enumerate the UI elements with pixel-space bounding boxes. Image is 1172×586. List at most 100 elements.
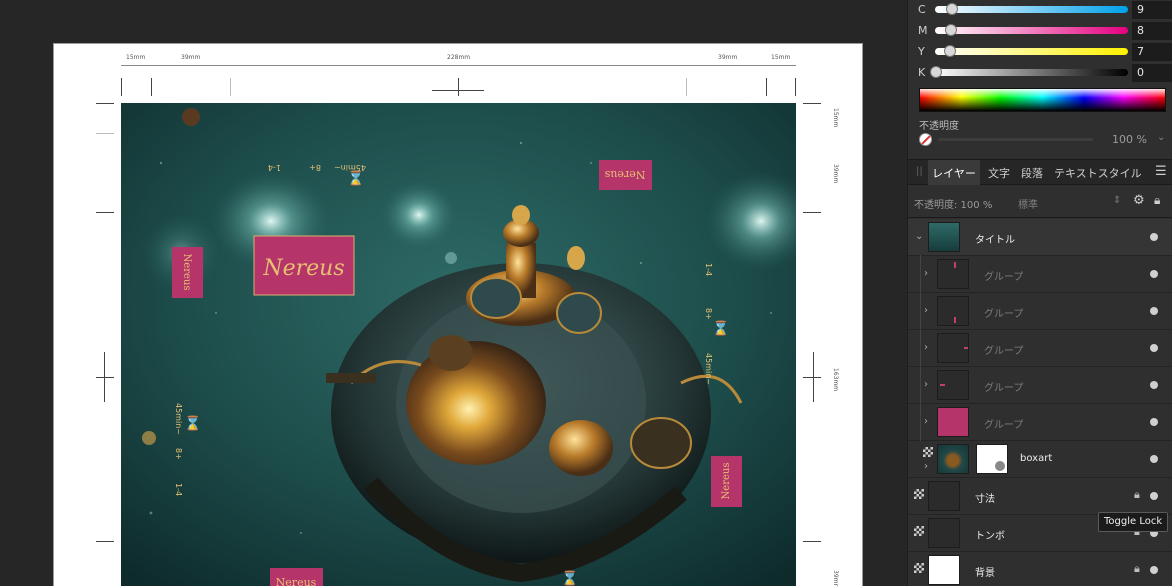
app-window: 15mm 39mm 228mm 39mm 15mm 15mm 39mm 163m…: [0, 0, 1172, 586]
tab-character[interactable]: 文字: [988, 160, 1010, 185]
chevron-right-icon[interactable]: ›: [924, 268, 928, 279]
cyan-value-field[interactable]: 9: [1132, 1, 1172, 19]
visibility-dot-icon[interactable]: [1150, 455, 1158, 463]
color-spectrum[interactable]: [919, 88, 1166, 112]
layer-name: グループ: [984, 346, 1024, 357]
layer-name: トンボ: [975, 531, 1005, 542]
tab-paragraph[interactable]: 段落: [1021, 160, 1043, 185]
hourglass-icon: ⌛: [561, 570, 578, 586]
slider-cyan[interactable]: C 9: [908, 0, 1172, 21]
opacity-value[interactable]: 100 %: [1112, 133, 1147, 146]
chevron-right-icon[interactable]: ›: [924, 416, 928, 427]
updown-chevron-icon[interactable]: ⇕: [1113, 195, 1121, 206]
layer-row-title[interactable]: ⌄ タイトル: [908, 219, 1172, 256]
slider-black[interactable]: K 0: [908, 63, 1172, 84]
chevron-right-icon[interactable]: ›: [924, 461, 928, 472]
slider-magenta[interactable]: M 8: [908, 21, 1172, 42]
chevron-right-icon[interactable]: ›: [924, 379, 928, 390]
layer-row-group[interactable]: › グループ: [908, 329, 1172, 367]
visibility-dot-icon[interactable]: [1150, 307, 1158, 315]
yellow-track[interactable]: [935, 48, 1128, 55]
crop-mark: [803, 212, 821, 213]
hamburger-menu-icon[interactable]: ☰: [1155, 164, 1167, 179]
chevron-right-icon[interactable]: ›: [924, 305, 928, 316]
crop-mark: [96, 133, 114, 134]
magenta-value-field[interactable]: 8: [1132, 22, 1172, 40]
cyan-track[interactable]: [935, 6, 1128, 13]
yellow-value-field[interactable]: 7: [1132, 43, 1172, 61]
crop-mark: [803, 103, 821, 104]
dimension-height: 163mm: [832, 368, 839, 392]
chevron-down-icon[interactable]: ⌄: [1157, 132, 1165, 143]
layer-row-group[interactable]: › グループ: [908, 403, 1172, 441]
layer-thumbnail: [928, 481, 960, 511]
checkerboard-icon: [923, 447, 933, 457]
logo-left-flap: Nereus: [172, 247, 203, 298]
layer-name: 寸法: [975, 494, 995, 505]
lock-icon[interactable]: 🔒︎: [1134, 488, 1140, 502]
dimension-right-flap: 39mm: [718, 54, 738, 61]
layer-row-group[interactable]: › グループ: [908, 292, 1172, 330]
logo-text-flipped: Nereus: [604, 168, 645, 181]
layer-name: タイトル: [975, 235, 1015, 246]
layer-name: グループ: [984, 309, 1024, 320]
lock-icon[interactable]: 🔒︎: [1134, 562, 1140, 576]
visibility-dot-icon[interactable]: [1150, 270, 1158, 278]
layer-thumbnail: [937, 259, 969, 289]
crop-mark: [121, 78, 122, 96]
visibility-dot-icon[interactable]: [1150, 492, 1158, 500]
dimension-bottom-flap: 39mm: [832, 570, 839, 586]
dimension-line-top: [121, 65, 796, 66]
chevron-down-icon[interactable]: ⌄: [915, 231, 923, 242]
info-age-left: 8+: [174, 448, 183, 460]
no-fill-icon[interactable]: [919, 133, 932, 146]
chevron-right-icon[interactable]: ›: [924, 342, 928, 353]
crop-mark: [96, 212, 114, 213]
crop-mark: [803, 541, 821, 542]
visibility-dot-icon[interactable]: [1150, 566, 1158, 574]
yellow-knob[interactable]: [944, 45, 956, 57]
tree-guide: [920, 292, 921, 330]
boxart-artwork[interactable]: Nereus Nereus Nereus Nereus Nereus 1-4 8…: [121, 103, 796, 586]
document-canvas[interactable]: 15mm 39mm 228mm 39mm 15mm 15mm 39mm 163m…: [0, 0, 907, 586]
layer-row-dimensions[interactable]: 寸法 🔒︎: [908, 478, 1172, 515]
slider-label: K: [918, 66, 926, 79]
crop-mark: [96, 377, 114, 378]
black-value-field[interactable]: 0: [1132, 64, 1172, 82]
visibility-dot-icon[interactable]: [1150, 418, 1158, 426]
tab-layers[interactable]: レイヤー: [928, 160, 980, 185]
layer-thumbnail: [937, 444, 969, 474]
layer-opacity[interactable]: 不透明度: 100 %: [914, 196, 992, 211]
black-knob[interactable]: [930, 66, 942, 78]
checkerboard-icon: [914, 526, 924, 536]
slider-yellow[interactable]: Y 7: [908, 42, 1172, 63]
dimension-width: 228mm: [447, 54, 471, 61]
cyan-knob[interactable]: [946, 3, 958, 15]
tab-text-styles[interactable]: テキストスタイル: [1054, 160, 1142, 185]
layer-row-boxart[interactable]: › boxart: [908, 441, 1172, 478]
crop-mark: [230, 78, 231, 96]
visibility-dot-icon[interactable]: [1150, 344, 1158, 352]
logo-text-vertical-right: Nereus: [721, 463, 732, 500]
gear-icon[interactable]: ⚙: [1133, 193, 1145, 208]
logo-text: Nereus: [262, 256, 344, 281]
black-track[interactable]: [935, 69, 1128, 76]
visibility-dot-icon[interactable]: [1150, 233, 1158, 241]
layer-name: boxart: [1020, 453, 1053, 464]
opacity-slider[interactable]: [938, 138, 1093, 141]
magenta-knob[interactable]: [945, 24, 957, 36]
lock-icon[interactable]: 🔒︎: [1154, 193, 1160, 208]
magenta-track[interactable]: [935, 27, 1128, 34]
layer-row-group[interactable]: › グループ: [908, 255, 1172, 293]
visibility-dot-icon[interactable]: [1150, 381, 1158, 389]
slider-label: M: [918, 24, 928, 37]
blend-mode-select[interactable]: 標準: [1018, 196, 1038, 211]
layer-row-group[interactable]: › グループ: [908, 366, 1172, 404]
panel-grip-icon[interactable]: ||: [916, 166, 923, 177]
layer-row-background[interactable]: 背景 🔒︎: [908, 552, 1172, 586]
tree-guide: [920, 366, 921, 404]
info-age-right: 8+: [704, 308, 713, 320]
hourglass-icon: ⌛: [347, 170, 364, 187]
logo-text-bottom: Nereus: [276, 576, 317, 586]
logo-upside-down: Nereus: [599, 160, 652, 190]
